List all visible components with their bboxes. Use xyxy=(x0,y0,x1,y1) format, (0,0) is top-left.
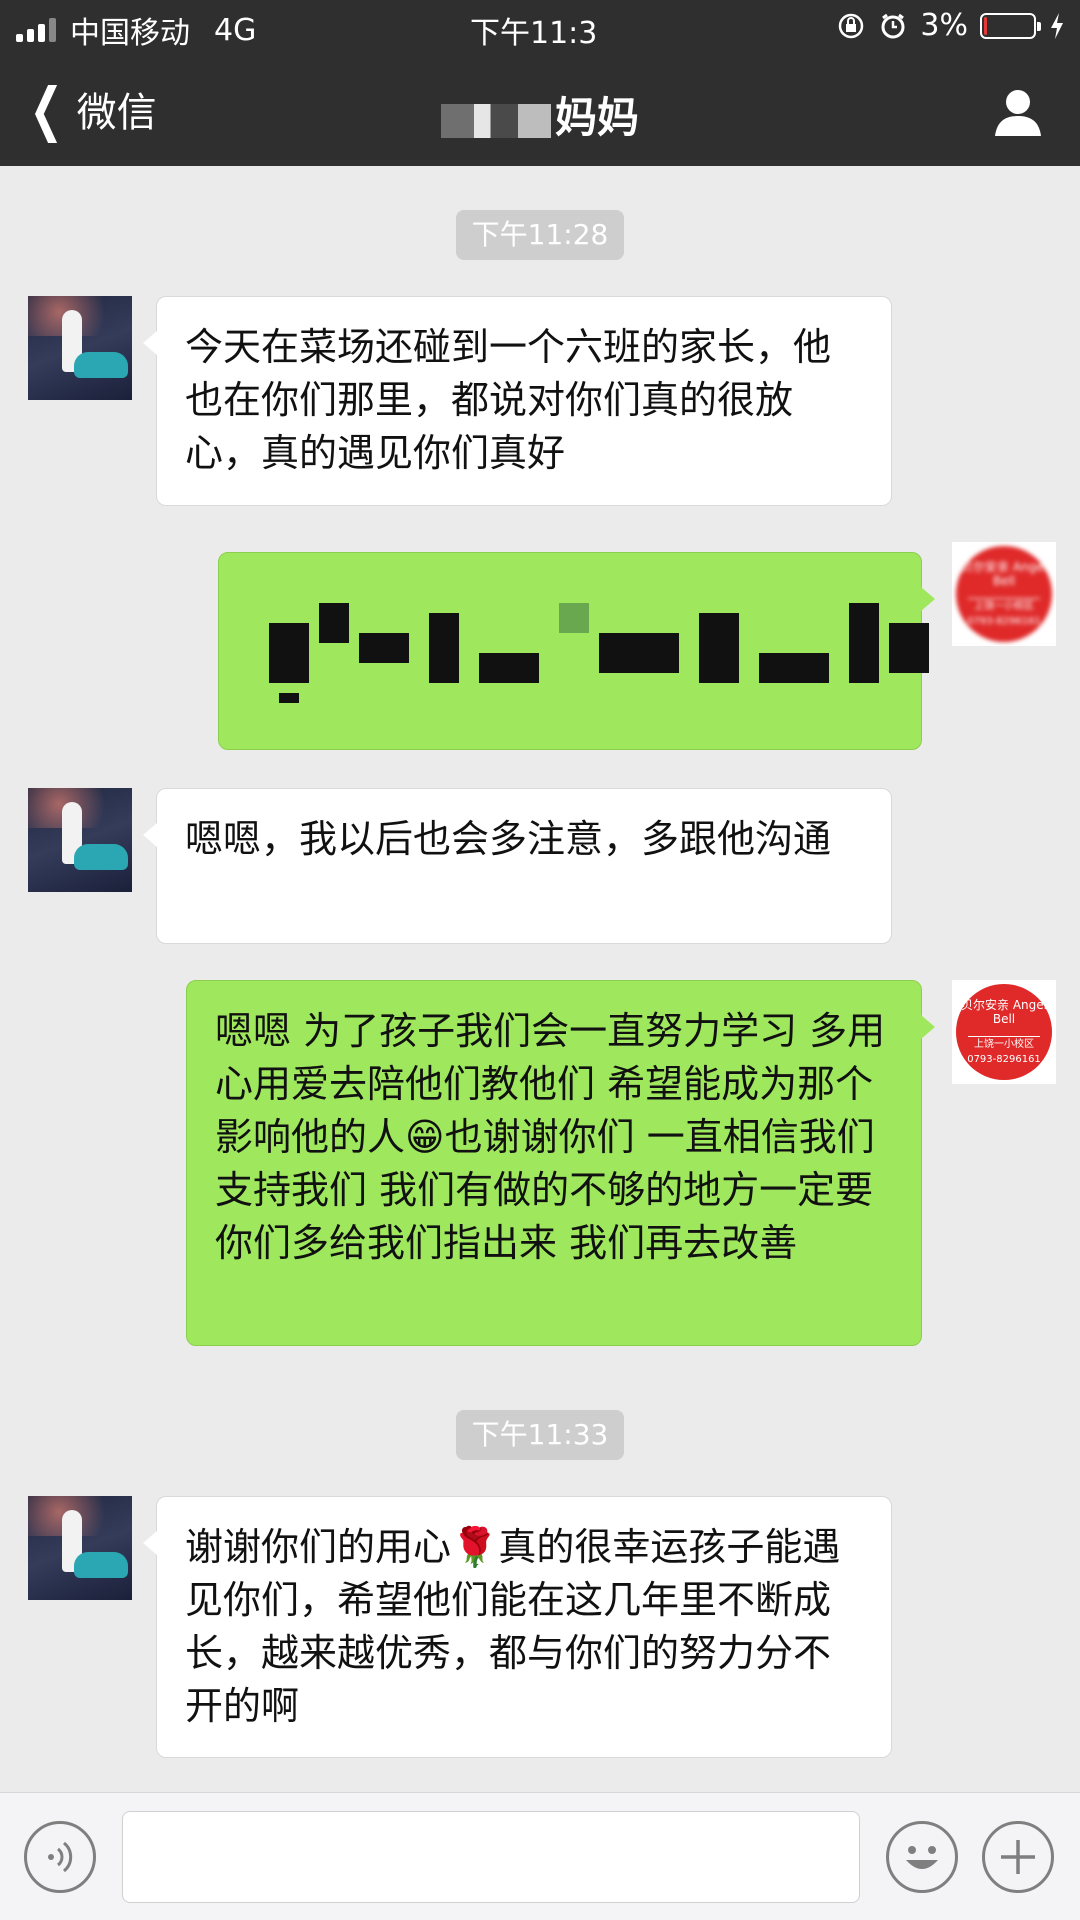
input-bar xyxy=(0,1792,1080,1920)
wechat-chat-screen: 中国移动 4G 下午11:3 3% ❮ 微信 妈妈 下午11:28 今天在菜场还… xyxy=(0,0,1080,1920)
status-right: 3% xyxy=(836,8,1066,43)
chat-title: 妈妈 xyxy=(0,84,1080,145)
battery-level xyxy=(984,16,988,35)
more-button[interactable] xyxy=(982,1821,1054,1893)
rotation-lock-icon xyxy=(839,13,864,38)
status-left: 中国移动 4G xyxy=(16,8,256,52)
signal-icon xyxy=(16,18,60,42)
avatar-campus: 上饶一小校区 xyxy=(968,1036,1040,1051)
timestamp-pill: 下午11:28 xyxy=(456,210,624,260)
avatar-phone: 0793-8296161 xyxy=(967,1054,1041,1065)
status-time: 下午11:3 xyxy=(470,16,598,51)
received-message[interactable]: 谢谢你们的用心🌹真的很幸运孩子能遇见你们，希望他们能在这几年里不断成长，越来越优… xyxy=(143,1496,892,1758)
contact-avatar[interactable] xyxy=(28,296,132,400)
avatar-brand: 贝尔安亲 Angel Bell xyxy=(961,998,1047,1026)
charging-icon xyxy=(1051,12,1063,39)
contact-avatar[interactable] xyxy=(28,788,132,892)
avatar-phone: 0793-8296161 xyxy=(967,616,1041,627)
battery-percent: 3% xyxy=(920,8,968,43)
pixelated-text xyxy=(259,593,939,703)
voice-icon xyxy=(48,1841,73,1873)
my-avatar[interactable]: 贝尔安亲 Angel Bell 上饶一小校区 0793-8296161 xyxy=(952,980,1056,1084)
sent-message[interactable]: 嗯嗯 为了孩子我们会一直努力学习 多用心用爱去陪他们教他们 希望能成为那个影响他… xyxy=(186,980,935,1346)
voice-button[interactable] xyxy=(24,1821,96,1893)
timestamp-pill: 下午11:33 xyxy=(456,1410,624,1460)
status-bar: 中国移动 4G 下午11:3 3% xyxy=(0,0,1080,54)
battery-icon xyxy=(980,12,1041,39)
carrier-label: 中国移动 xyxy=(70,16,190,51)
chat-title-text: 妈妈 xyxy=(554,93,639,142)
plus-icon xyxy=(1001,1840,1035,1874)
received-message[interactable]: 今天在菜场还碰到一个六班的家长，他也在你们那里，都说对你们真的很放心，真的遇见你… xyxy=(143,296,892,506)
network-label: 4G xyxy=(214,12,257,48)
emoji-button[interactable] xyxy=(886,1821,958,1893)
avatar-brand: 贝尔安亲 Angel Bell xyxy=(961,560,1047,588)
redacted-name-block xyxy=(440,103,551,138)
sent-message-pixelated[interactable] xyxy=(218,552,935,750)
navigation-bar: ❮ 微信 妈妈 xyxy=(0,54,1080,166)
message-input[interactable] xyxy=(122,1811,860,1903)
received-message[interactable]: 嗯嗯，我以后也会多注意，多跟他沟通 xyxy=(143,788,892,944)
person-icon[interactable] xyxy=(992,86,1044,138)
alarm-icon xyxy=(881,13,905,38)
avatar-campus: 上饶一小校区 xyxy=(968,598,1040,613)
my-avatar[interactable]: 贝尔安亲 Angel Bell 上饶一小校区 0793-8296161 xyxy=(952,542,1056,646)
contact-avatar[interactable] xyxy=(28,1496,132,1600)
emoji-icon xyxy=(906,1846,938,1869)
